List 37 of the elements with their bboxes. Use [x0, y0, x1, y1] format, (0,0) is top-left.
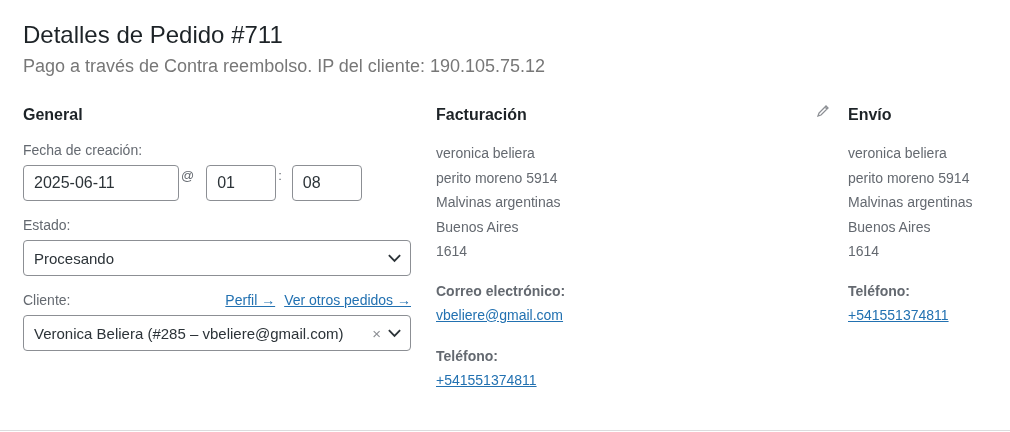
customer-select[interactable]: Veronica Beliera (#285 – vbeliere@gmail.com) ×: [23, 315, 411, 351]
address-line: 1614: [848, 242, 881, 261]
address-line: 1614: [436, 242, 469, 261]
minute-field[interactable]: 08: [291, 165, 362, 201]
address-line: perito moreno 5914: [436, 168, 559, 188]
address-line: veronica beliera: [436, 144, 536, 163]
status-select[interactable]: Procesando: [23, 240, 411, 276]
caret-icon: [387, 328, 402, 338]
pencil-icon[interactable]: [816, 104, 830, 118]
field-label: Fecha de creación:: [23, 141, 144, 160]
profile-link[interactable]: Perfil →: [225, 290, 276, 310]
clear-icon[interactable]: ×: [372, 324, 381, 342]
contact-link[interactable]: vbeliere@gmail.com: [436, 304, 564, 325]
section-heading: General: [23, 105, 84, 125]
orders-link[interactable]: Ver otros pedidos →: [284, 290, 411, 310]
section-heading: Facturación: [436, 105, 527, 125]
field-label: Cliente:: [23, 291, 71, 310]
address-line: Malvinas argentinas: [848, 193, 974, 212]
hour-field[interactable]: 01: [206, 165, 277, 201]
section-heading: Envío: [848, 105, 892, 125]
field-label: Estado:: [23, 216, 72, 235]
address-line: veronica beliera: [848, 144, 948, 163]
date-field[interactable]: 2025-06-11: [23, 165, 179, 201]
payment-info: Pago a través de Contra reembolso. IP del cliente: 190.105.75.12: [23, 55, 546, 78]
field-label: Teléfono:: [848, 281, 910, 301]
address-line: Buenos Aires: [436, 217, 520, 237]
address-line: Malvinas argentinas: [436, 193, 562, 212]
field-label: Teléfono:: [436, 346, 498, 366]
caret-icon: [387, 253, 402, 263]
address-line: Buenos Aires: [848, 217, 932, 237]
field-label: Correo electrónico:: [436, 281, 566, 301]
colon: :: [277, 167, 283, 183]
address-line: perito moreno 5914: [848, 168, 971, 188]
contact-link[interactable]: +541551374811: [436, 369, 537, 390]
at-sign: @: [180, 167, 196, 183]
page-title: Detalles de Pedido #711: [23, 20, 284, 50]
contact-link[interactable]: +541551374811: [848, 304, 949, 325]
